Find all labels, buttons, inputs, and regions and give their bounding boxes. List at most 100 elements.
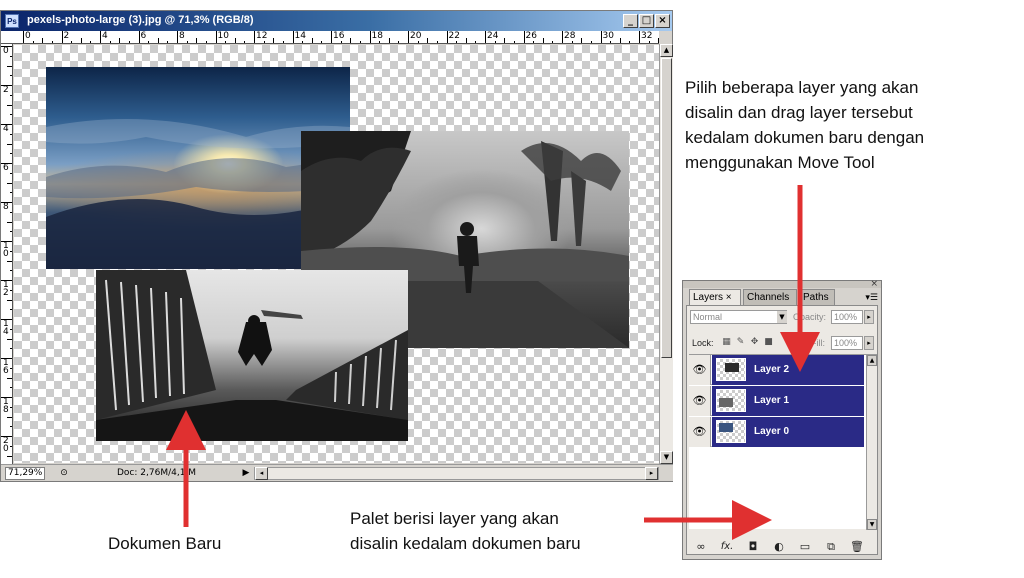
layer-row-1[interactable]: 👁 Layer 1 xyxy=(689,386,864,416)
ruler-tick xyxy=(254,31,255,43)
adjustment-layer-icon[interactable]: ◐ xyxy=(771,540,787,554)
minimize-button[interactable]: _ xyxy=(623,14,638,28)
maximize-button[interactable]: □ xyxy=(639,14,654,28)
lock-transparency-icon[interactable]: ▦ xyxy=(721,337,732,348)
ruler-minor-tick xyxy=(148,41,150,43)
layer-name[interactable]: Layer 1 xyxy=(754,395,789,406)
layer-item[interactable]: Layer 0 xyxy=(712,417,864,447)
document-size-info: Doc: 2,76M/4,1 M xyxy=(117,468,197,478)
eye-icon[interactable]: 👁 xyxy=(689,386,711,416)
ruler-minor-tick xyxy=(71,41,73,43)
ruler-minor-tick xyxy=(10,328,12,330)
layer-name[interactable]: Layer 2 xyxy=(754,364,789,375)
ruler-tick xyxy=(408,31,409,43)
layer-list: 👁 Layer 2 👁 Layer 1 👁 Layer 0 ▲ ▼ xyxy=(689,354,877,530)
ruler-tick xyxy=(1,46,12,47)
layer-name[interactable]: Layer 0 xyxy=(754,426,789,437)
ruler-label: 14 xyxy=(294,31,306,41)
ruler-minor-tick xyxy=(648,41,650,43)
layer-row-2[interactable]: 👁 Layer 2 xyxy=(689,355,864,385)
horizontal-ruler[interactable]: 0 2 4 6 8 10 12 14 16 18 20 22 24 26 28 30 32 xyxy=(9,31,659,44)
jumping-man-bridge-photo[interactable] xyxy=(96,270,408,441)
ruler-minor-tick xyxy=(456,41,458,43)
ruler-minor-tick xyxy=(10,406,12,408)
scroll-up-icon[interactable]: ▲ xyxy=(867,355,877,366)
status-menu-arrow-icon[interactable]: ▶ xyxy=(240,467,252,480)
link-layers-icon[interactable]: ∞ xyxy=(693,540,709,554)
blend-mode-select[interactable]: Normal ▼ xyxy=(690,310,787,324)
layer-row-0[interactable]: 👁 Layer 0 xyxy=(689,417,864,447)
ruler-minor-tick xyxy=(302,41,304,43)
fill-stepper-icon[interactable]: ▸ xyxy=(864,336,874,350)
scroll-down-icon[interactable]: ▼ xyxy=(867,519,877,530)
tab-paths[interactable]: Paths xyxy=(799,289,835,305)
ruler-tick xyxy=(485,31,486,43)
ruler-minor-tick xyxy=(619,38,621,43)
ruler-minor-tick xyxy=(10,309,12,311)
scroll-up-icon[interactable]: ▲ xyxy=(660,44,673,57)
opacity-stepper-icon[interactable]: ▸ xyxy=(864,310,874,324)
ruler-tick xyxy=(1,202,12,203)
layer-thumbnail xyxy=(716,389,746,412)
palette-menu-icon[interactable]: ▾☰ xyxy=(865,293,878,303)
fill-field[interactable]: 100% xyxy=(831,336,863,350)
scroll-down-icon[interactable]: ▼ xyxy=(660,451,673,464)
status-info-icon[interactable]: ⊙ xyxy=(57,467,71,480)
scroll-right-icon[interactable]: ▸ xyxy=(645,467,658,480)
ruler-label: 1 4 xyxy=(3,319,9,337)
vertical-scrollbar[interactable]: ▲ ▼ xyxy=(659,44,673,464)
tab-channels[interactable]: Channels xyxy=(743,289,797,305)
ruler-minor-tick xyxy=(10,153,12,155)
new-group-icon[interactable]: ▭ xyxy=(797,540,813,554)
scroll-left-icon[interactable]: ◂ xyxy=(255,467,268,480)
chevron-down-icon[interactable]: ▼ xyxy=(777,311,787,323)
horizontal-scrollbar[interactable]: ◂ ▸ xyxy=(254,467,659,480)
eye-icon[interactable]: 👁 xyxy=(689,417,711,447)
opacity-label: Opacity: xyxy=(793,312,827,322)
ruler-minor-tick xyxy=(109,41,111,43)
ruler-tick xyxy=(331,31,332,43)
tab-layers[interactable]: Layers × xyxy=(689,289,741,305)
ruler-minor-tick xyxy=(379,41,381,43)
blend-mode-value: Normal xyxy=(693,312,723,322)
vertical-scroll-thumb[interactable] xyxy=(661,58,672,358)
ruler-label: 1 6 xyxy=(3,358,9,376)
ruler-minor-tick xyxy=(10,211,12,213)
ruler-minor-tick xyxy=(167,41,169,43)
opacity-field[interactable]: 100% xyxy=(831,310,863,324)
layer-item[interactable]: Layer 2 xyxy=(712,355,864,385)
vertical-ruler[interactable]: 0 2 4 6 8 1 0 1 2 1 4 1 6 1 8 2 0 xyxy=(1,44,13,464)
annotation-new-document: Dokumen Baru xyxy=(108,534,222,553)
lock-position-icon[interactable]: ✥ xyxy=(749,337,760,348)
document-title-bar[interactable]: Ps pexels-photo-large (3).jpg @ 71,3% (R… xyxy=(1,11,672,31)
annotation-line: menggunakan Move Tool xyxy=(685,153,875,172)
layer-item[interactable]: Layer 1 xyxy=(712,386,864,416)
ruler-minor-tick xyxy=(552,41,554,43)
ruler-minor-tick xyxy=(10,231,12,233)
ruler-label: 2 xyxy=(3,85,9,95)
photoshop-app-icon: Ps xyxy=(5,14,19,28)
zoom-level-field[interactable]: 71,29% xyxy=(5,467,45,480)
ruler-label: 6 xyxy=(3,163,9,173)
lock-image-icon[interactable]: ✎ xyxy=(735,337,746,348)
lock-all-icon[interactable]: ■ xyxy=(763,337,774,348)
fill-label: Fill: xyxy=(811,338,825,348)
layer-mask-icon[interactable]: ◘ xyxy=(745,540,761,554)
layer-list-scrollbar[interactable]: ▲ ▼ xyxy=(866,355,877,530)
close-button[interactable]: × xyxy=(655,14,670,28)
ruler-minor-tick xyxy=(629,41,631,43)
trash-icon[interactable]: 🗑 xyxy=(849,540,865,554)
new-layer-icon[interactable]: ⧉ xyxy=(823,540,839,554)
fx-icon[interactable]: fx. xyxy=(719,540,735,554)
ruler-tick xyxy=(369,31,371,43)
palette-header[interactable]: × xyxy=(683,279,881,289)
ruler-label: 8 xyxy=(179,31,185,41)
eye-icon[interactable]: 👁 xyxy=(689,355,711,385)
palette-close-icon[interactable]: × xyxy=(870,279,878,289)
ruler-minor-tick xyxy=(533,41,535,43)
ruler-tick xyxy=(600,31,602,43)
annotation-line: disalin kedalam dokumen baru xyxy=(350,534,581,553)
ruler-minor-tick xyxy=(244,41,246,43)
ruler-minor-tick xyxy=(311,38,313,43)
ruler-label: 32 xyxy=(641,31,653,41)
